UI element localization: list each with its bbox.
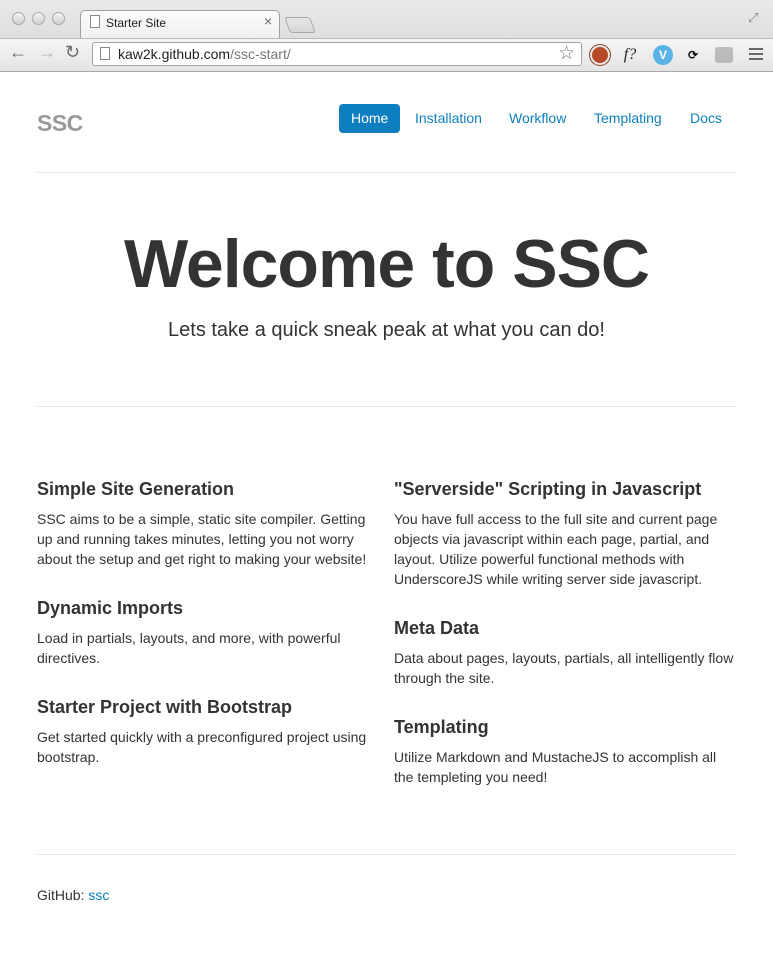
feature-title: Dynamic Imports <box>37 598 184 618</box>
feature-title: Meta Data <box>394 618 480 638</box>
browser-menu-icon[interactable] <box>749 45 763 63</box>
new-tab-button[interactable] <box>284 17 316 33</box>
footer: GitHub: ssc <box>37 887 109 903</box>
footer-label: GitHub: <box>37 887 85 903</box>
tab-close-icon[interactable]: × <box>264 13 272 29</box>
feature-title: "Serverside" Scripting in Javascript <box>394 479 702 499</box>
extension-font-icon[interactable]: f? <box>620 45 640 65</box>
back-icon[interactable]: ← <box>9 42 27 63</box>
nav-docs[interactable]: Docs <box>678 104 734 133</box>
header-divider <box>37 172 736 173</box>
feature-body: Data about pages, layouts, partials, all… <box>394 650 734 686</box>
feature-body: Get started quickly with a preconfigured… <box>37 729 367 765</box>
extension-sync-icon[interactable]: ⟳ <box>683 45 703 65</box>
features-right-column: "Serverside" Scripting in Javascript You… <box>394 479 739 816</box>
url-host: kaw2k.github.com <box>118 46 231 62</box>
close-window-button[interactable] <box>12 12 25 25</box>
footer-divider <box>37 854 736 855</box>
minimize-window-button[interactable] <box>32 12 45 25</box>
feature-item: Starter Project with Bootstrap Get start… <box>37 697 382 767</box>
feature-body: SSC aims to be a simple, static site com… <box>37 511 367 567</box>
browser-chrome: Starter Site × ⤢ ← → ↻ kaw2k.github.com/… <box>0 0 773 72</box>
feature-title: Starter Project with Bootstrap <box>37 697 293 717</box>
nav-home[interactable]: Home <box>339 104 401 133</box>
url-path: /ssc-start/ <box>230 46 291 62</box>
github-link[interactable]: ssc <box>88 887 109 903</box>
hero-subtitle: Lets take a quick sneak peak at what you… <box>168 319 605 341</box>
nav-workflow[interactable]: Workflow <box>497 104 578 133</box>
extension-vimeo-icon[interactable]: V <box>653 45 673 65</box>
page-icon <box>100 47 110 60</box>
feature-body: Utilize Markdown and MustacheJS to accom… <box>394 749 717 785</box>
feature-item: Dynamic Imports Load in partials, layout… <box>37 598 382 668</box>
feature-body: Load in partials, layouts, and more, wit… <box>37 630 341 666</box>
feature-item: Meta Data Data about pages, layouts, par… <box>394 618 739 688</box>
feature-body: You have full access to the full site an… <box>394 511 718 587</box>
reload-icon[interactable]: ↻ <box>65 42 80 63</box>
feature-title: Templating <box>394 717 489 737</box>
features-left-column: Simple Site Generation SSC aims to be a … <box>37 479 382 796</box>
forward-icon[interactable]: → <box>38 42 56 63</box>
feature-item: Simple Site Generation SSC aims to be a … <box>37 479 382 569</box>
nav-installation[interactable]: Installation <box>403 104 494 133</box>
extension-shield-icon[interactable] <box>590 45 610 65</box>
hero-title: Welcome to SSC <box>123 226 650 302</box>
extension-chat-icon[interactable] <box>715 47 733 63</box>
feature-item: "Serverside" Scripting in Javascript You… <box>394 479 739 589</box>
nav-templating[interactable]: Templating <box>582 104 674 133</box>
tab-title: Starter Site <box>106 16 167 30</box>
site-brand[interactable]: SSC <box>37 110 83 137</box>
hero-divider <box>37 406 736 407</box>
url-text[interactable]: kaw2k.github.com/ssc-start/ <box>118 46 291 62</box>
maximize-window-button[interactable] <box>52 12 65 25</box>
bookmark-star-icon[interactable]: ☆ <box>558 42 575 65</box>
fullscreen-icon[interactable]: ⤢ <box>748 10 758 26</box>
page-icon <box>90 15 100 28</box>
feature-item: Templating Utilize Markdown and Mustache… <box>394 717 739 787</box>
feature-title: Simple Site Generation <box>37 479 235 499</box>
